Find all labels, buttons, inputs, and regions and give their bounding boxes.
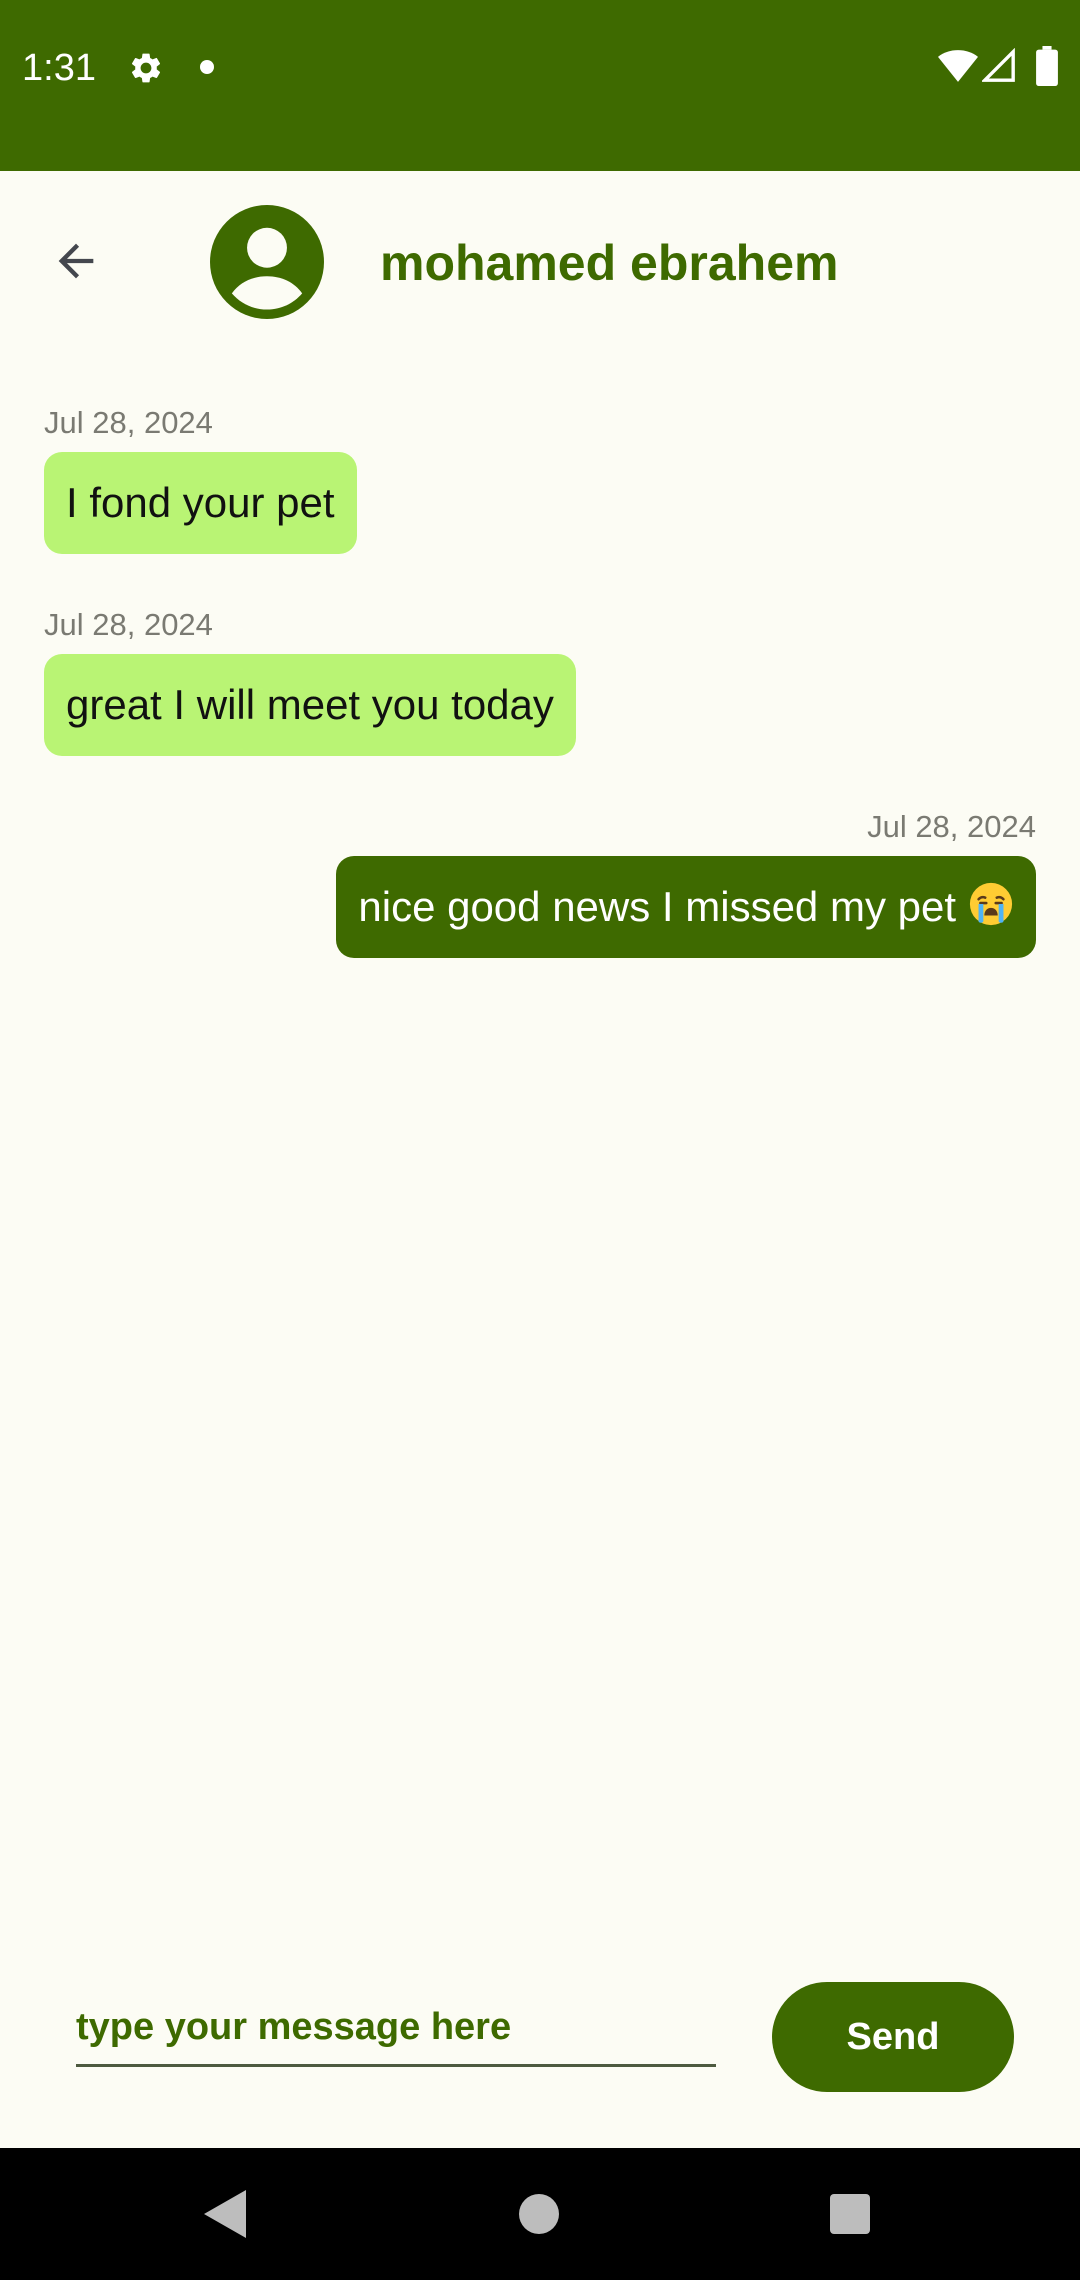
account-circle-icon: [210, 205, 324, 319]
wifi-icon: [938, 50, 978, 82]
message-date: Jul 28, 2024: [44, 607, 213, 642]
message-text: nice good news I missed my pet: [358, 883, 956, 930]
message-date: Jul 28, 2024: [867, 809, 1036, 844]
chat-header: mohamed ebrahem: [0, 171, 1080, 351]
nav-back-icon[interactable]: [204, 2190, 246, 2238]
nav-recents-icon[interactable]: [830, 2194, 870, 2234]
incoming-message-bubble[interactable]: I fond your pet: [44, 452, 357, 554]
arrow-left-icon: [58, 243, 94, 279]
outgoing-message-bubble[interactable]: nice good news I missed my pet: [336, 856, 1036, 958]
message-text: I fond your pet: [66, 479, 335, 526]
send-button[interactable]: Send: [772, 1982, 1014, 2092]
back-button[interactable]: [38, 223, 114, 299]
incoming-message-bubble[interactable]: great I will meet you today: [44, 654, 576, 756]
signal-icon: [982, 48, 1015, 82]
message-composer: Send: [0, 1980, 1080, 2100]
notification-dot-icon: [200, 60, 214, 74]
system-nav-bar: [0, 2148, 1080, 2280]
message-date: Jul 28, 2024: [44, 405, 213, 440]
battery-icon: [1036, 46, 1058, 86]
status-time: 1:31: [22, 47, 96, 89]
message-text: great I will meet you today: [66, 681, 554, 728]
message-input[interactable]: [76, 1990, 716, 2067]
contact-name: mohamed ebrahem: [380, 235, 839, 291]
status-bar: 1:31: [0, 0, 1080, 171]
nav-home-icon[interactable]: [519, 2194, 559, 2234]
gear-icon: [131, 53, 161, 83]
crying-face-emoji: [969, 882, 1013, 926]
